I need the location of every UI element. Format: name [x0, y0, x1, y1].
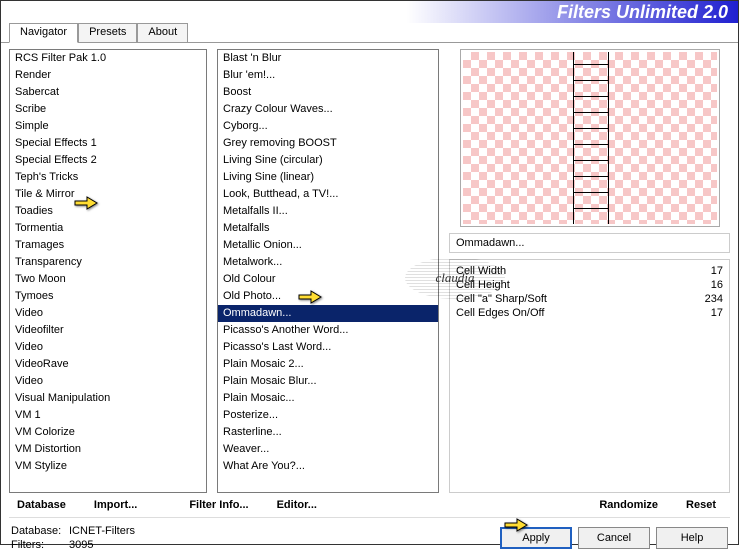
- filter-item[interactable]: Posterize...: [218, 407, 438, 424]
- category-item[interactable]: Toadies: [10, 203, 206, 220]
- database-button[interactable]: Database: [13, 497, 70, 513]
- category-item[interactable]: Special Effects 1: [10, 135, 206, 152]
- tab-strip: Navigator Presets About: [1, 23, 738, 43]
- category-item[interactable]: Simple: [10, 118, 206, 135]
- category-item[interactable]: Sabercat: [10, 84, 206, 101]
- filter-item[interactable]: Blast 'n Blur: [218, 50, 438, 67]
- filter-item[interactable]: What Are You?...: [218, 458, 438, 475]
- param-label: Cell Height: [456, 279, 510, 291]
- app-title: Filters Unlimited 2.0: [557, 2, 728, 23]
- randomize-button[interactable]: Randomize: [595, 497, 662, 513]
- import-button[interactable]: Import...: [90, 497, 141, 513]
- category-item[interactable]: VM Colorize: [10, 424, 206, 441]
- preview-image: [463, 52, 717, 224]
- current-filter-name: Ommadawn...: [449, 233, 730, 253]
- param-value: 17: [683, 307, 723, 319]
- separator: [9, 517, 730, 518]
- apply-button[interactable]: Apply: [500, 527, 572, 549]
- filter-item[interactable]: Rasterline...: [218, 424, 438, 441]
- parameter-row[interactable]: Cell Height 16: [456, 278, 723, 292]
- right-panel: Ommadawn... Cell Width17Cell Height16Cel…: [449, 49, 730, 493]
- filter-item[interactable]: Weaver...: [218, 441, 438, 458]
- parameter-row[interactable]: Cell "a" Sharp/Soft 234: [456, 292, 723, 306]
- filter-item[interactable]: Crazy Colour Waves...: [218, 101, 438, 118]
- category-item[interactable]: Scribe: [10, 101, 206, 118]
- reset-button[interactable]: Reset: [682, 497, 720, 513]
- category-item[interactable]: VM 1: [10, 407, 206, 424]
- category-item[interactable]: RCS Filter Pak 1.0: [10, 50, 206, 67]
- filter-item[interactable]: Cyborg...: [218, 118, 438, 135]
- category-item[interactable]: Video: [10, 339, 206, 356]
- filter-item[interactable]: Metalwork...: [218, 254, 438, 271]
- param-label: Cell "a" Sharp/Soft: [456, 293, 547, 305]
- footer: Database:ICNET-Filters Filters:3095 Appl…: [1, 520, 738, 556]
- category-item[interactable]: Video: [10, 373, 206, 390]
- category-item[interactable]: Tormentia: [10, 220, 206, 237]
- category-list[interactable]: RCS Filter Pak 1.0RenderSabercatScribeSi…: [9, 49, 207, 493]
- param-value: 234: [683, 293, 723, 305]
- cancel-button[interactable]: Cancel: [578, 527, 650, 549]
- main-area: RCS Filter Pak 1.0RenderSabercatScribeSi…: [1, 43, 738, 493]
- parameter-panel: Cell Width17Cell Height16Cell "a" Sharp/…: [449, 259, 730, 493]
- category-item[interactable]: Two Moon: [10, 271, 206, 288]
- preview-frame: [460, 49, 720, 227]
- param-value: 17: [683, 265, 723, 277]
- parameter-row[interactable]: Cell Edges On/Off 17: [456, 306, 723, 320]
- category-item[interactable]: VM Distortion: [10, 441, 206, 458]
- editor-button[interactable]: Editor...: [273, 497, 321, 513]
- filter-item[interactable]: Ommadawn...: [218, 305, 438, 322]
- param-label: Cell Edges On/Off: [456, 307, 544, 319]
- tab-presets[interactable]: Presets: [78, 23, 137, 42]
- filter-item[interactable]: Picasso's Last Word...: [218, 339, 438, 356]
- filter-item[interactable]: Living Sine (circular): [218, 152, 438, 169]
- category-item[interactable]: Visual Manipulation: [10, 390, 206, 407]
- filter-item[interactable]: Metallic Onion...: [218, 237, 438, 254]
- category-item[interactable]: Tile & Mirror: [10, 186, 206, 203]
- toolbar-row: Database Import... Filter Info... Editor…: [1, 493, 738, 515]
- filter-info-button[interactable]: Filter Info...: [185, 497, 252, 513]
- category-item[interactable]: Transparency: [10, 254, 206, 271]
- help-button[interactable]: Help: [656, 527, 728, 549]
- filter-item[interactable]: Metalfalls II...: [218, 203, 438, 220]
- filter-list[interactable]: Blast 'n BlurBlur 'em!...BoostCrazy Colo…: [217, 49, 439, 493]
- filter-item[interactable]: Blur 'em!...: [218, 67, 438, 84]
- tab-about[interactable]: About: [137, 23, 188, 42]
- filter-item[interactable]: Old Photo...: [218, 288, 438, 305]
- category-item[interactable]: VideoRave: [10, 356, 206, 373]
- param-label: Cell Width: [456, 265, 506, 277]
- title-bar: Filters Unlimited 2.0: [1, 1, 738, 23]
- category-item[interactable]: Video: [10, 305, 206, 322]
- filter-item[interactable]: Living Sine (linear): [218, 169, 438, 186]
- filter-item[interactable]: Look, Butthead, a TV!...: [218, 186, 438, 203]
- tab-navigator[interactable]: Navigator: [9, 23, 78, 43]
- category-item[interactable]: Tymoes: [10, 288, 206, 305]
- category-item[interactable]: Tramages: [10, 237, 206, 254]
- category-item[interactable]: VM Stylize: [10, 458, 206, 475]
- filter-item[interactable]: Metalfalls: [218, 220, 438, 237]
- filter-item[interactable]: Plain Mosaic...: [218, 390, 438, 407]
- category-item[interactable]: Special Effects 2: [10, 152, 206, 169]
- footer-info: Database:ICNET-Filters Filters:3095: [11, 524, 135, 552]
- filter-item[interactable]: Old Colour: [218, 271, 438, 288]
- category-item[interactable]: Render: [10, 67, 206, 84]
- filter-item[interactable]: Plain Mosaic Blur...: [218, 373, 438, 390]
- filter-item[interactable]: Boost: [218, 84, 438, 101]
- param-value: 16: [683, 279, 723, 291]
- category-item[interactable]: Teph's Tricks: [10, 169, 206, 186]
- parameter-row[interactable]: Cell Width 17: [456, 264, 723, 278]
- filter-item[interactable]: Plain Mosaic 2...: [218, 356, 438, 373]
- category-item[interactable]: Videofilter: [10, 322, 206, 339]
- filter-item[interactable]: Picasso's Another Word...: [218, 322, 438, 339]
- filter-item[interactable]: Grey removing BOOST: [218, 135, 438, 152]
